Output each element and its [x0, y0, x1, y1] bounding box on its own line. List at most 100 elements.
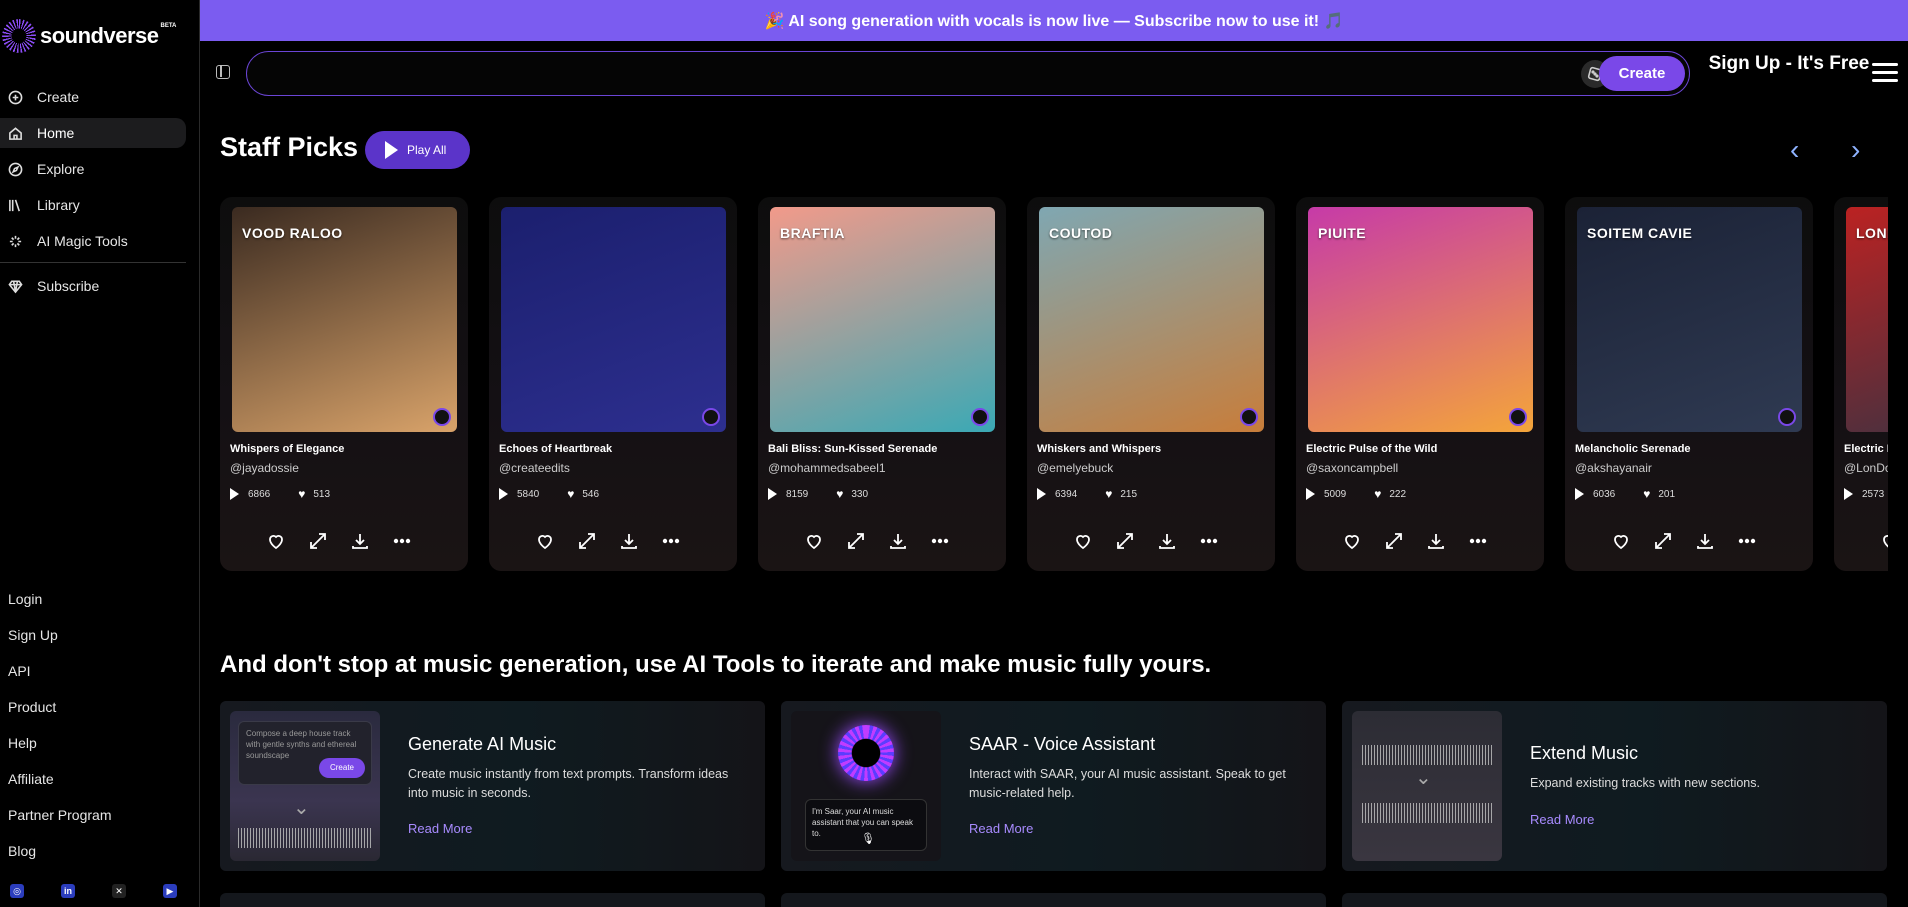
song-author[interactable]: @akshayanair: [1575, 461, 1652, 475]
sidebar-toggle-icon[interactable]: [216, 65, 230, 79]
youtube-icon[interactable]: ▶: [163, 884, 177, 898]
instagram-icon[interactable]: ◎: [10, 884, 24, 898]
soundverse-logo-icon: [2, 19, 36, 53]
more-icon[interactable]: [1737, 531, 1757, 551]
more-icon[interactable]: [930, 531, 950, 551]
blog-link[interactable]: Blog: [8, 838, 111, 874]
song-card[interactable]: VOOD RALOO Whispers of Elegance @jayados…: [220, 197, 468, 571]
song-author[interactable]: @saxoncampbell: [1306, 461, 1398, 475]
expand-icon[interactable]: [577, 531, 597, 551]
read-more-link[interactable]: Read More: [969, 821, 1033, 836]
heart-icon[interactable]: [1073, 531, 1093, 551]
song-author[interactable]: @mohammedsabeel1: [768, 461, 886, 475]
x-icon[interactable]: ✕: [112, 884, 126, 898]
song-card[interactable]: Echoes of Heartbreak @createedits 5840 ♥…: [489, 197, 737, 571]
download-icon[interactable]: [619, 531, 639, 551]
song-title[interactable]: Electric Pulse of the Wild: [1306, 443, 1437, 455]
carousel-prev-icon[interactable]: ‹: [1790, 136, 1810, 164]
song-title[interactable]: Electric B: [1844, 443, 1888, 455]
sidebar-item-library[interactable]: Library: [0, 190, 186, 220]
api-link[interactable]: API: [8, 658, 111, 694]
prompt-input[interactable]: [265, 60, 1565, 88]
linkedin-icon[interactable]: in: [61, 884, 75, 898]
more-icon[interactable]: [1468, 531, 1488, 551]
tool-card-partial: [781, 893, 1326, 907]
affiliate-link[interactable]: Affiliate: [8, 766, 111, 802]
read-more-link[interactable]: Read More: [1530, 812, 1594, 827]
compass-icon: [8, 162, 23, 176]
song-card[interactable]: SOITEM CAVIE Melancholic Serenade @aksha…: [1565, 197, 1813, 571]
sidebar-item-subscribe[interactable]: Subscribe: [0, 271, 186, 301]
song-card[interactable]: LONDO Electric B @LonDo 2573 ♥: [1834, 197, 1888, 571]
song-author[interactable]: @emelyebuck: [1037, 461, 1113, 475]
signup-cta[interactable]: Sign Up - It's Free: [1708, 53, 1870, 74]
expand-icon[interactable]: [1384, 531, 1404, 551]
song-title[interactable]: Echoes of Heartbreak: [499, 443, 612, 455]
song-author[interactable]: @createedits: [499, 461, 570, 475]
song-author[interactable]: @jayadossie: [230, 461, 299, 475]
menu-icon[interactable]: [1872, 63, 1898, 83]
heart-icon[interactable]: [1611, 531, 1631, 551]
tool-card-saar-voice-assistant[interactable]: I'm Saar, your AI music assistant that y…: [781, 701, 1326, 871]
product-link[interactable]: Product: [8, 694, 111, 730]
create-button[interactable]: Create: [1599, 56, 1685, 91]
sidebar-item-create[interactable]: Create: [0, 82, 186, 112]
heart-icon[interactable]: [535, 531, 555, 551]
sparkles-icon: [9, 235, 22, 247]
cover-art[interactable]: LONDO: [1846, 207, 1888, 432]
brand-logo[interactable]: soundverse BETA: [0, 18, 176, 54]
download-icon[interactable]: [1426, 531, 1446, 551]
staff-picks-title: Staff Picks: [220, 132, 359, 162]
cover-art[interactable]: SOITEM CAVIE: [1577, 207, 1802, 432]
sidebar-item-explore[interactable]: Explore: [0, 154, 186, 184]
cover-art[interactable]: COUTOD: [1039, 207, 1264, 432]
tool-card-extend-music[interactable]: ⌄ Extend Music Expand existing tracks wi…: [1342, 701, 1887, 871]
carousel-next-icon[interactable]: ›: [1851, 136, 1871, 164]
more-icon[interactable]: [392, 531, 412, 551]
heart-icon[interactable]: [266, 531, 286, 551]
download-icon[interactable]: [888, 531, 908, 551]
announcement-banner[interactable]: 🎉 AI song generation with vocals is now …: [200, 0, 1908, 41]
card-actions: [266, 531, 412, 551]
sidebar: soundverse BETA Create Home Explore Libr…: [0, 0, 200, 907]
heart-icon[interactable]: [1880, 531, 1888, 551]
read-more-link[interactable]: Read More: [408, 821, 472, 836]
expand-icon[interactable]: [1115, 531, 1135, 551]
thumb-create-button: Create: [319, 758, 365, 778]
song-card[interactable]: BRAFTIA Bali Bliss: Sun-Kissed Serenade …: [758, 197, 1006, 571]
expand-icon[interactable]: [846, 531, 866, 551]
sidebar-item-home[interactable]: Home: [0, 118, 186, 148]
card-actions: [1073, 531, 1219, 551]
play-icon: [385, 141, 398, 159]
tool-card-generate-ai-music[interactable]: Compose a deep house track with gentle s…: [220, 701, 765, 871]
heart-icon[interactable]: [804, 531, 824, 551]
partner-program-link[interactable]: Partner Program: [8, 802, 111, 838]
song-title[interactable]: Whiskers and Whispers: [1037, 443, 1161, 455]
song-title[interactable]: Bali Bliss: Sun-Kissed Serenade: [768, 443, 937, 455]
song-title[interactable]: Melancholic Serenade: [1575, 443, 1691, 455]
more-icon[interactable]: [1199, 531, 1219, 551]
cover-art[interactable]: [501, 207, 726, 432]
download-icon[interactable]: [350, 531, 370, 551]
login-link[interactable]: Login: [8, 586, 111, 622]
song-author[interactable]: @LonDo: [1844, 461, 1888, 475]
signup-link[interactable]: Sign Up: [8, 622, 111, 658]
song-card[interactable]: PIUITE Electric Pulse of the Wild @saxon…: [1296, 197, 1544, 571]
song-card[interactable]: COUTOD Whiskers and Whispers @emelyebuck…: [1027, 197, 1275, 571]
download-icon[interactable]: [1157, 531, 1177, 551]
cover-art[interactable]: VOOD RALOO: [232, 207, 457, 432]
heart-icon[interactable]: [1342, 531, 1362, 551]
song-title[interactable]: Whispers of Elegance: [230, 443, 344, 455]
sidebar-item-label: Explore: [37, 161, 85, 177]
help-link[interactable]: Help: [8, 730, 111, 766]
sidebar-item-ai-magic-tools[interactable]: AI Magic Tools: [0, 226, 186, 256]
more-icon[interactable]: [661, 531, 681, 551]
play-all-button[interactable]: Play All: [365, 131, 470, 169]
download-icon[interactable]: [1695, 531, 1715, 551]
staff-picks-carousel: VOOD RALOO Whispers of Elegance @jayados…: [220, 197, 1888, 571]
cover-art[interactable]: BRAFTIA: [770, 207, 995, 432]
expand-icon[interactable]: [1653, 531, 1673, 551]
cover-art[interactable]: PIUITE: [1308, 207, 1533, 432]
expand-icon[interactable]: [308, 531, 328, 551]
microphone-icon: 🎙: [861, 833, 875, 845]
